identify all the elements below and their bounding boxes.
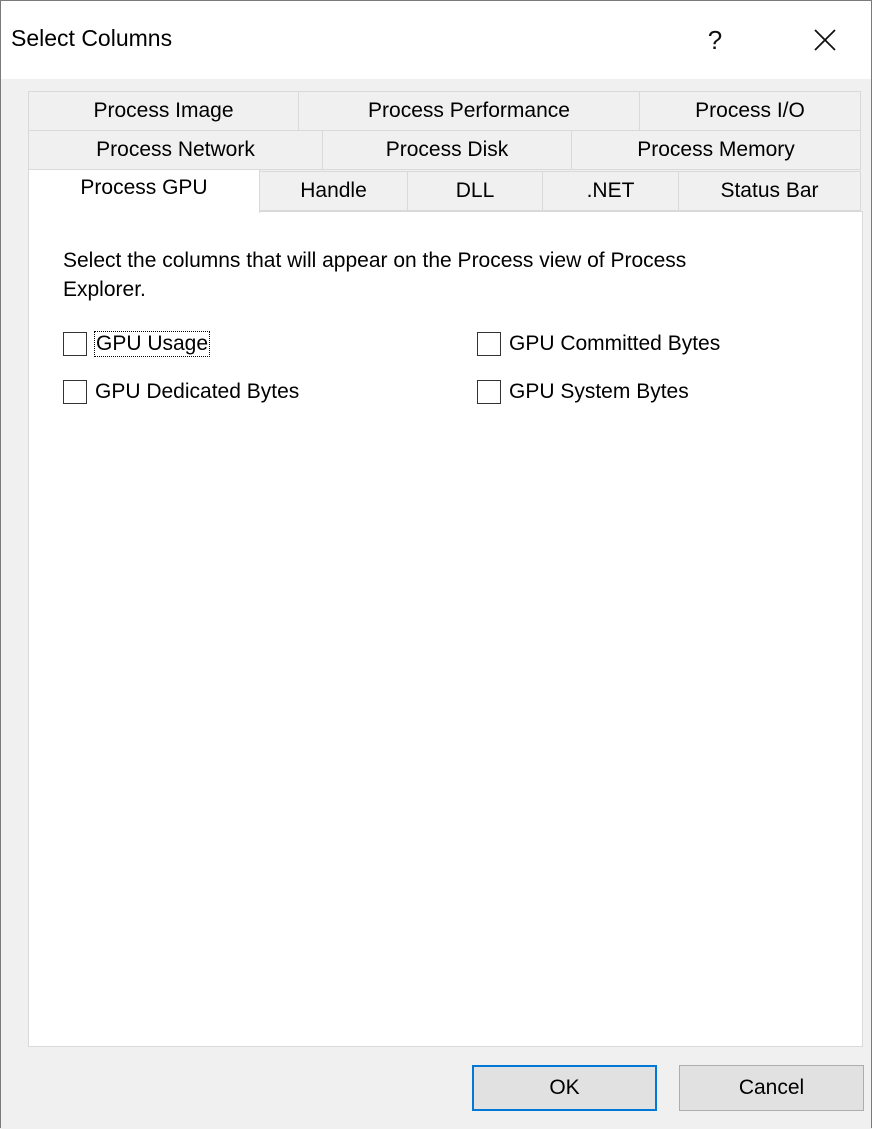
gpu-usage-label: GPU Usage [93, 331, 211, 357]
tab-label: Process Network [96, 138, 255, 161]
tab-process-disk[interactable]: Process Disk [322, 130, 572, 170]
help-icon: ? [707, 24, 723, 55]
gpu-committed-bytes-checkbox-row[interactable]: GPU Committed Bytes [477, 329, 720, 359]
tab-process-memory[interactable]: Process Memory [571, 130, 861, 170]
cancel-button-label: Cancel [738, 1076, 805, 1099]
tab-label: Process Disk [385, 138, 509, 161]
tab-label: Process GPU [80, 175, 208, 199]
gpu-dedicated-bytes-label: GPU Dedicated Bytes [95, 380, 300, 403]
gpu-committed-bytes-checkbox[interactable] [477, 332, 501, 356]
gpu-dedicated-bytes-checkbox-row[interactable]: GPU Dedicated Bytes [63, 377, 299, 407]
tab-process-gpu[interactable]: Process GPU [28, 169, 260, 213]
tab-label: Process Performance [368, 99, 570, 122]
tab-process-image[interactable]: Process Image [28, 91, 299, 131]
tab-status-bar[interactable]: Status Bar [678, 171, 861, 211]
ok-button-label: OK [549, 1076, 580, 1099]
cancel-button[interactable]: Cancel [679, 1065, 864, 1111]
tab-dll[interactable]: DLL [407, 171, 543, 211]
select-columns-dialog: Select Columns ? Process Image Process P… [0, 0, 872, 1128]
tab-label: Status Bar [720, 179, 819, 202]
gpu-system-bytes-checkbox-row[interactable]: GPU System Bytes [477, 377, 689, 407]
ok-button[interactable]: OK [472, 1065, 657, 1111]
tab-dotnet[interactable]: .NET [542, 171, 679, 211]
gpu-system-bytes-checkbox[interactable] [477, 380, 501, 404]
tab-label: Process I/O [695, 99, 805, 122]
tab-label: Process Memory [637, 138, 795, 161]
dialog-title: Select Columns [11, 25, 173, 51]
tab-process-performance[interactable]: Process Performance [298, 91, 640, 131]
close-icon [814, 29, 836, 51]
gpu-committed-bytes-label: GPU Committed Bytes [509, 332, 721, 355]
title-bar: Select Columns ? [1, 1, 871, 79]
help-button[interactable]: ? [685, 11, 745, 69]
tab-process-network[interactable]: Process Network [28, 130, 323, 170]
gpu-system-bytes-label: GPU System Bytes [509, 380, 689, 403]
close-button[interactable] [795, 11, 855, 69]
tab-process-io[interactable]: Process I/O [639, 91, 861, 131]
tab-handle[interactable]: Handle [259, 171, 408, 211]
tab-content-panel: Select the columns that will appear on t… [28, 211, 863, 1047]
gpu-dedicated-bytes-checkbox[interactable] [63, 380, 87, 404]
tab-label: Handle [300, 179, 367, 202]
tab-label: DLL [455, 179, 495, 202]
gpu-usage-checkbox-row[interactable]: GPU Usage [63, 329, 211, 359]
tab-label: Process Image [93, 99, 234, 122]
panel-description: Select the columns that will appear on t… [63, 249, 687, 301]
tab-label: .NET [586, 179, 635, 202]
gpu-usage-checkbox[interactable] [63, 332, 87, 356]
